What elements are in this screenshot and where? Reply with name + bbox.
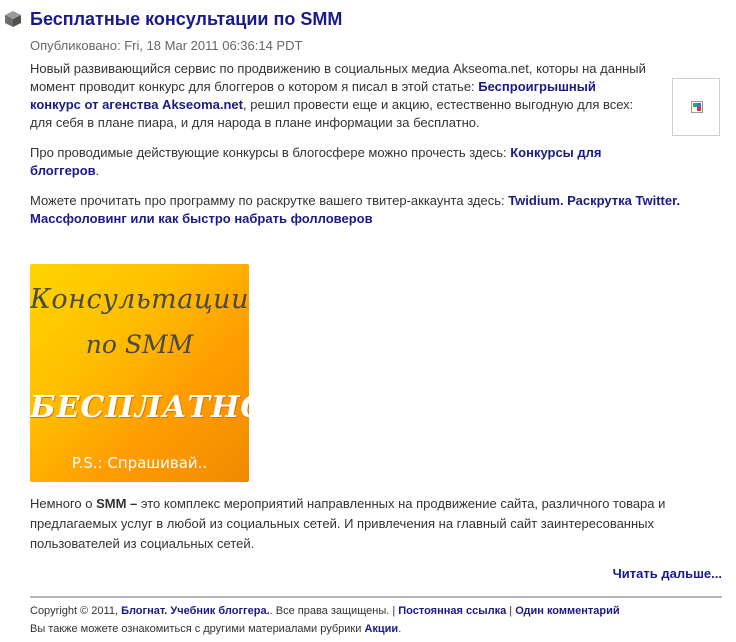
promo-line-3: БЕСПЛАТНО [30,390,249,425]
paragraph-1: Новый развивающийся сервис по продвижени… [30,60,650,132]
promo-line-4: P.S.: Спрашивай.. [71,454,208,472]
post-title-link[interactable]: Бесплатные консультации по SMM [30,9,342,30]
footer-line-1: Copyright © 2011, Блогнат. Учебник блогг… [30,602,730,620]
category-link[interactable]: Акции [364,623,398,635]
comments-link[interactable]: Один комментарий [515,605,619,617]
post-footer: Copyright © 2011, Блогнат. Учебник блогг… [30,602,730,638]
broken-image-icon [691,101,703,113]
also-text: Вы также можете ознакомиться с другими м… [30,623,365,635]
p2-text-a: Про проводимые действующие конкурсы в бл… [30,145,511,160]
footer-line-2: Вы также можете ознакомиться с другими м… [30,620,730,638]
after-bold: SMM – [96,496,138,511]
copyright-text: Copyright © 2011, [30,605,122,617]
footer-dot: . [398,623,402,635]
site-link[interactable]: Блогнат. Учебник блоггера. [121,605,270,617]
footer-separator: | [506,605,516,617]
post-cube-icon [5,11,21,27]
post-content: Новый развивающийся сервис по продвижени… [30,60,680,240]
after-text-a: Немного о [30,496,97,511]
paragraph-smm: Немного о SMM – это комплекс мероприятий… [30,494,730,554]
p2-text-b: . [95,163,100,178]
promo-line-2: по SMM [85,330,194,359]
paragraph-2: Про проводимые действующие конкурсы в бл… [30,144,660,180]
post-meta-date: Опубликовано: Fri, 18 Mar 2011 06:36:14 … [30,38,303,53]
footer-divider [30,596,722,598]
promo-image: Консультации по SMM БЕСПЛАТНО P.S.: Спра… [30,264,249,482]
paragraph-3: Можете прочитать про программу по раскру… [30,192,710,228]
p3-text-a: Можете прочитать про программу по раскру… [30,193,509,208]
broken-image-placeholder[interactable] [672,78,720,136]
read-more-link[interactable]: Читать дальше... [613,566,722,581]
permalink-link[interactable]: Постоянная ссылка [398,605,506,617]
rights-text: . Все права защищены. | [269,605,399,617]
promo-line-1: Консультации [30,284,249,315]
